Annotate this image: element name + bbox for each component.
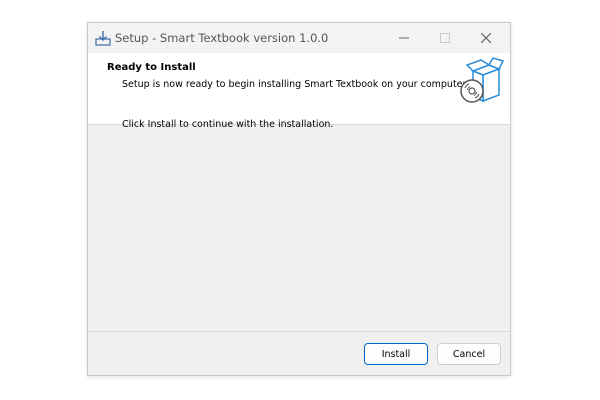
install-button[interactable]: Install [364,343,428,365]
footer-divider [88,331,510,332]
cancel-button[interactable]: Cancel [437,343,501,365]
setup-dialog: Setup - Smart Textbook version 1.0.0 Rea… [87,22,511,376]
minimize-icon [399,37,409,39]
wizard-header: Ready to Install Setup is now ready to b… [88,53,510,125]
software-box-disc-icon [460,57,505,103]
maximize-button[interactable] [426,23,464,53]
close-button[interactable] [467,23,505,53]
maximize-icon [440,33,450,43]
minimize-button[interactable] [385,23,423,53]
setup-icon [95,31,111,46]
window-title: Setup - Smart Textbook version 1.0.0 [115,31,329,45]
page-title: Ready to Install [107,62,196,73]
install-instructions: Click Install to continue with the insta… [122,119,334,130]
close-icon [481,33,491,43]
title-bar[interactable]: Setup - Smart Textbook version 1.0.0 [88,23,510,53]
page-subtitle: Setup is now ready to begin installing S… [122,79,469,90]
